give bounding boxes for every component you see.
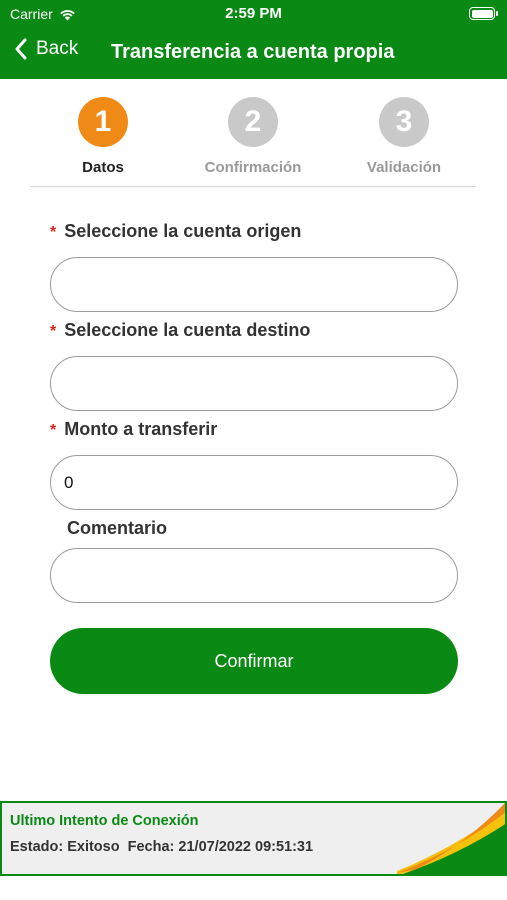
date-value: 21/07/2022 09:51:31	[178, 839, 314, 855]
step-number-badge: 1	[78, 97, 128, 147]
required-marker: *	[50, 422, 57, 439]
status-label: Estado:	[10, 839, 64, 855]
step-validacion: 3 Validación	[339, 97, 469, 176]
destination-account-label: * Seleccione la cuenta destino	[50, 320, 310, 341]
status-bar: Carrier 2:59 PM	[0, 0, 507, 28]
decorative-swoosh	[397, 803, 505, 874]
step-label: Validación	[366, 159, 442, 176]
origin-account-label: * Seleccione la cuenta origen	[50, 221, 301, 242]
status-time: 2:59 PM	[225, 5, 282, 22]
step-label: Datos	[82, 159, 124, 176]
required-marker: *	[50, 323, 57, 340]
amount-label: * Monto a transferir	[50, 419, 217, 440]
step-confirmacion: 2 Confirmación	[188, 97, 318, 176]
date-label: Fecha:	[127, 839, 175, 855]
confirm-button[interactable]: Confirmar	[50, 628, 458, 694]
origin-account-select[interactable]	[50, 257, 458, 312]
page-title: Transferencia a cuenta propia	[111, 41, 395, 63]
amount-label-text: Monto a transferir	[64, 419, 218, 439]
comment-input[interactable]	[50, 548, 458, 603]
step-number-badge: 3	[379, 97, 429, 147]
amount-input[interactable]: 0	[50, 455, 458, 510]
step-label: Confirmación	[204, 159, 302, 176]
back-button[interactable]: Back	[14, 38, 78, 60]
battery-icon	[469, 7, 498, 20]
connection-info: Estado: Exitoso Fecha: 21/07/2022 09:51:…	[10, 839, 313, 855]
step-number-badge: 2	[228, 97, 278, 147]
origin-account-label-text: Seleccione la cuenta origen	[64, 221, 302, 241]
back-label: Back	[36, 38, 79, 59]
destination-account-label-text: Seleccione la cuenta destino	[64, 320, 311, 340]
comment-label: Comentario	[67, 518, 168, 538]
destination-account-select[interactable]	[50, 356, 458, 411]
progress-stepper: 1 Datos 2 Confirmación 3 Validación	[30, 97, 476, 187]
step-datos: 1 Datos	[38, 97, 168, 176]
app-header: Carrier 2:59 PM Back Transferencia a cue…	[0, 0, 507, 79]
status-value: Exitoso	[67, 839, 120, 855]
required-marker: *	[50, 224, 57, 241]
chevron-left-icon	[15, 38, 27, 60]
connection-title: Ultimo Intento de Conexión	[10, 813, 199, 829]
nav-bar: Back Transferencia a cuenta propia	[0, 28, 507, 79]
connection-status-panel: Ultimo Intento de Conexión Estado: Exito…	[0, 801, 507, 876]
